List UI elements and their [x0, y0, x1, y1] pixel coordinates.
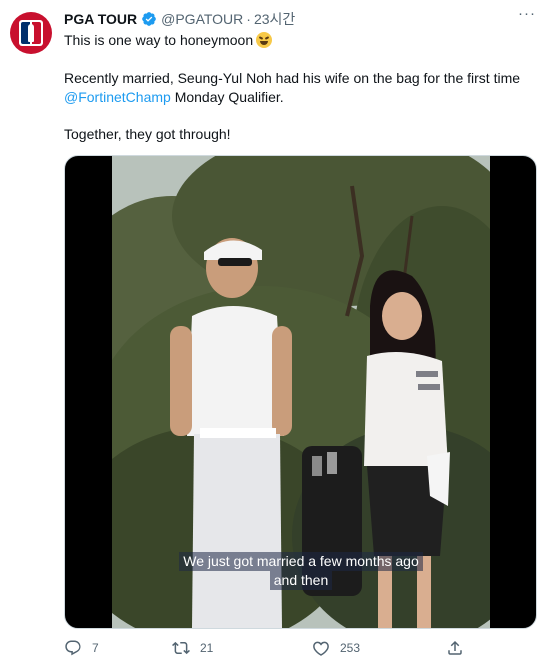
tweet-video[interactable]: We just got married a few months ago and… [64, 155, 537, 629]
video-frame: We just got married a few months ago and… [112, 156, 490, 628]
separator-dot: · [246, 11, 251, 27]
tweet-text-qualifier: Monday Qualifier. [170, 89, 284, 105]
tweet-actions: 7 21 253 [64, 637, 484, 659]
tweet[interactable]: PGA TOUR @PGATOUR · 23시간 ··· This is one… [0, 0, 550, 669]
share-icon [448, 640, 462, 655]
video-captions: We just got married a few months ago and… [112, 552, 490, 590]
like-button[interactable]: 253 [312, 637, 360, 659]
pga-tour-logo [19, 20, 43, 46]
avatar[interactable] [10, 12, 52, 54]
tweet-text-paragraph: Recently married, Seung-Yul Noh had his … [64, 69, 536, 107]
tweet-text-line1: This is one way to honeymoon [64, 31, 536, 50]
tweet-text-together: Together, they got through! [64, 126, 231, 142]
retweet-icon [172, 641, 190, 655]
reply-icon [65, 640, 81, 656]
retweet-count: 21 [200, 641, 214, 655]
share-button[interactable] [446, 637, 474, 659]
heart-icon [313, 641, 329, 656]
author-name[interactable]: PGA TOUR [64, 11, 137, 27]
more-options-icon[interactable]: ··· [518, 6, 536, 24]
tweet-header: PGA TOUR @PGATOUR · 23시간 [64, 9, 295, 29]
tweet-text-honeymoon: This is one way to honeymoon [64, 32, 254, 48]
caption-line2: and then [269, 571, 333, 590]
mention-link[interactable]: @FortinetChamp [64, 89, 171, 105]
like-count: 253 [340, 641, 361, 655]
retweet-button[interactable]: 21 [172, 637, 213, 659]
author-handle[interactable]: @PGATOUR [161, 11, 243, 27]
reply-count: 7 [92, 641, 99, 655]
verified-badge-icon [142, 12, 156, 26]
caption-line1: We just got married a few months ago [179, 552, 423, 571]
timestamp[interactable]: 23시간 [254, 9, 295, 29]
tweet-text-married: Recently married, Seung-Yul Noh had his … [64, 70, 521, 86]
reply-button[interactable]: 7 [64, 637, 99, 659]
rofl-emoji-icon [256, 32, 273, 48]
